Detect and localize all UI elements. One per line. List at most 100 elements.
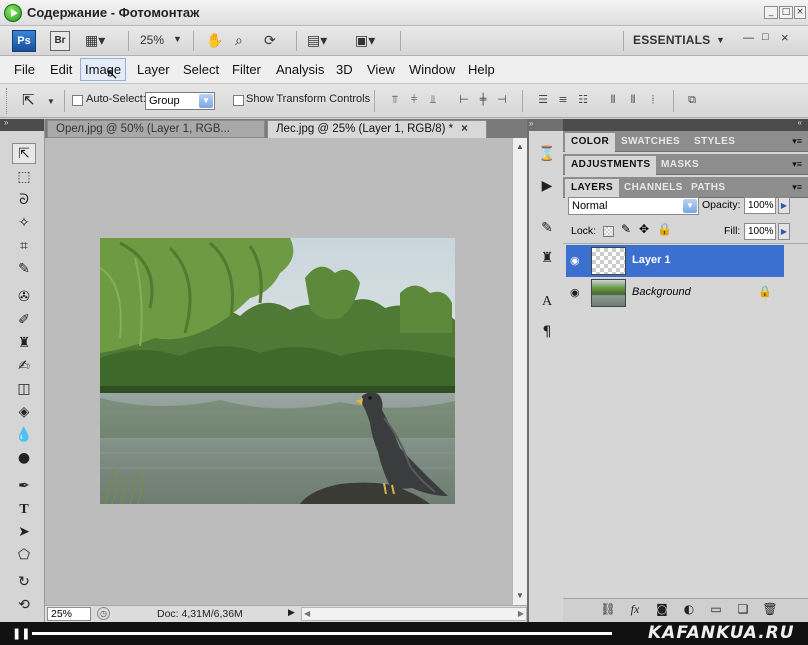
spot-healing-tool-icon[interactable]: ✇: [12, 287, 36, 308]
magic-wand-tool-icon[interactable]: ✧: [12, 213, 36, 234]
arrange-documents-icon[interactable]: ▤▾: [307, 31, 327, 51]
distribute-top-icon[interactable]: ☰: [535, 93, 551, 107]
document-tab-active[interactable]: Лес.jpg @ 25% (Layer 1, RGB/8) * ×: [267, 120, 487, 138]
auto-select-dropdown[interactable]: Group ▼: [145, 92, 215, 110]
history-panel-icon[interactable]: ⌛: [537, 145, 557, 163]
lock-position-icon[interactable]: ✥: [639, 222, 649, 236]
close-tab-icon[interactable]: ×: [461, 123, 468, 135]
lock-transparent-pixels-icon[interactable]: [603, 226, 614, 237]
delete-layer-icon[interactable]: 🗑: [761, 602, 779, 616]
layer-row[interactable]: ◉ Background 🔒: [566, 277, 784, 309]
brushes-panel-icon[interactable]: ✎: [537, 219, 557, 237]
move-tool-preset-icon[interactable]: ⇱: [22, 91, 35, 109]
tools-panel-header[interactable]: »: [0, 118, 44, 131]
paragraph-panel-icon[interactable]: ¶: [537, 323, 557, 341]
app-close-button[interactable]: ×: [781, 30, 789, 45]
pen-tool-icon[interactable]: ✒: [12, 476, 36, 497]
workspace-switcher[interactable]: ESSENTIALS: [633, 33, 710, 47]
show-transform-checkbox[interactable]: [233, 95, 244, 106]
panels-header[interactable]: «: [563, 118, 808, 131]
3d-orbit-tool-icon[interactable]: ⟲: [12, 595, 36, 616]
status-zoom-field[interactable]: 25%: [47, 607, 91, 621]
scroll-down-icon[interactable]: ▼: [514, 590, 526, 602]
options-grip[interactable]: [6, 88, 9, 114]
menu-help[interactable]: Help: [465, 62, 498, 77]
blur-tool-icon[interactable]: 💧: [12, 425, 36, 446]
history-brush-tool-icon[interactable]: ✍: [12, 356, 36, 377]
visibility-eye-icon[interactable]: ◉: [570, 286, 580, 299]
type-tool-icon[interactable]: T: [12, 499, 36, 520]
app-minimize-button[interactable]: —: [743, 32, 754, 44]
zoom-dropdown-icon[interactable]: ▼: [173, 34, 182, 44]
panel-menu-icon[interactable]: ▾≡: [792, 159, 802, 170]
vertical-scrollbar[interactable]: ▲ ▼: [512, 138, 527, 605]
path-selection-tool-icon[interactable]: ➤: [12, 522, 36, 543]
shape-tool-icon[interactable]: ⬠: [12, 545, 36, 566]
auto-align-layers-icon[interactable]: ⧉: [684, 93, 700, 107]
zoom-preview-icon[interactable]: ◷: [97, 607, 110, 620]
crop-tool-icon[interactable]: ⌗: [12, 236, 36, 257]
visibility-eye-icon[interactable]: ◉: [570, 254, 580, 267]
brush-tool-icon[interactable]: ✐: [12, 310, 36, 331]
blend-mode-dropdown[interactable]: Normal ▼: [568, 197, 699, 215]
tool-preset-dropdown-icon[interactable]: ▼: [47, 97, 55, 106]
lock-image-pixels-icon[interactable]: ✎: [621, 222, 631, 236]
zoom-level[interactable]: 25%: [140, 33, 164, 47]
add-mask-icon[interactable]: ◙: [653, 602, 671, 616]
panels-collapse-icon[interactable]: «: [798, 118, 802, 127]
3d-rotate-tool-icon[interactable]: ↻: [12, 572, 36, 593]
zoom-tool-icon[interactable]: ⌕: [235, 31, 243, 51]
hand-tool-icon[interactable]: ✋: [206, 31, 223, 51]
distribute-right-icon[interactable]: ⦙: [645, 93, 661, 107]
menu-image[interactable]: Image: [80, 58, 127, 81]
menu-layer[interactable]: Layer: [134, 62, 173, 77]
app-restore-button[interactable]: □: [762, 31, 769, 43]
distribute-vcenter-icon[interactable]: ≡: [555, 93, 571, 107]
bridge-icon[interactable]: Br: [50, 31, 70, 51]
character-panel-icon[interactable]: A: [537, 293, 557, 311]
collapse-icon[interactable]: »: [4, 118, 8, 127]
align-top-icon[interactable]: ⫪: [387, 93, 403, 107]
scroll-right-icon[interactable]: ▶: [518, 609, 524, 618]
photoshop-icon[interactable]: Ps: [12, 30, 36, 52]
new-group-icon[interactable]: ▭: [707, 602, 725, 616]
video-progress-track[interactable]: [32, 632, 612, 635]
maximize-button[interactable]: □: [779, 6, 793, 19]
layer-row[interactable]: ◉ Layer 1: [566, 245, 784, 277]
layer-name[interactable]: Background: [632, 286, 691, 298]
align-vcenter-icon[interactable]: ⫩: [406, 93, 422, 107]
align-hcenter-icon[interactable]: ╪: [475, 93, 491, 107]
menu-view[interactable]: View: [364, 62, 398, 77]
align-bottom-icon[interactable]: ⫫: [425, 93, 441, 107]
tab-adjustments[interactable]: ADJUSTMENTS: [565, 156, 657, 175]
fill-slider-arrow-icon[interactable]: ▶: [778, 223, 790, 240]
document-tab[interactable]: Орел.jpg @ 50% (Layer 1, RGB...: [47, 120, 265, 138]
tab-swatches[interactable]: SWATCHES: [615, 133, 686, 152]
view-extras-icon[interactable]: ▦▾: [85, 31, 105, 51]
menu-analysis[interactable]: Analysis: [273, 62, 327, 77]
horizontal-scrollbar[interactable]: ◀ ▶: [301, 607, 527, 621]
menu-window[interactable]: Window: [406, 62, 458, 77]
menu-select[interactable]: Select: [180, 62, 222, 77]
pause-icon[interactable]: ❚❚: [12, 627, 30, 640]
tab-masks[interactable]: MASKS: [655, 156, 705, 175]
lock-all-icon[interactable]: 🔒: [657, 222, 672, 236]
clone-source-panel-icon[interactable]: ♜: [537, 249, 557, 267]
marquee-tool-icon[interactable]: ⬚: [12, 167, 36, 188]
dock-collapse-icon[interactable]: »: [529, 119, 533, 128]
link-layers-icon[interactable]: ⛓: [599, 602, 617, 616]
menu-filter[interactable]: Filter: [229, 62, 264, 77]
scroll-up-icon[interactable]: ▲: [514, 141, 526, 153]
actions-panel-icon[interactable]: ▶: [537, 177, 557, 195]
paint-bucket-tool-icon[interactable]: ◈: [12, 402, 36, 423]
distribute-left-icon[interactable]: ⦀: [605, 93, 621, 107]
eraser-tool-icon[interactable]: ◫: [12, 379, 36, 400]
document-image[interactable]: [100, 238, 455, 504]
eyedropper-tool-icon[interactable]: ✎: [12, 259, 36, 280]
close-button[interactable]: ×: [794, 6, 806, 19]
clone-stamp-tool-icon[interactable]: ♜: [12, 333, 36, 354]
lasso-tool-icon[interactable]: ᘐ: [12, 190, 36, 211]
workspace-dropdown-icon[interactable]: ▼: [716, 35, 725, 45]
status-menu-arrow-icon[interactable]: ▶: [288, 607, 295, 618]
opacity-slider-arrow-icon[interactable]: ▶: [778, 197, 790, 214]
